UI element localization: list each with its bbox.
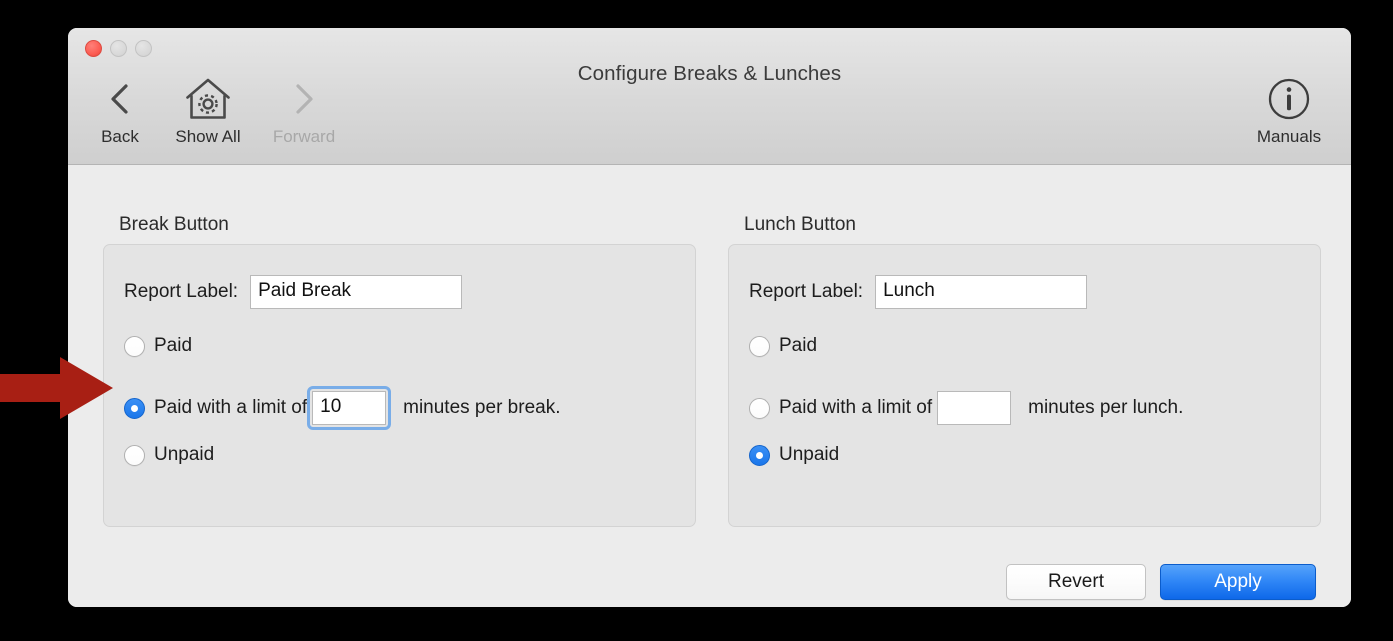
lunch-option-unpaid-label: Unpaid xyxy=(779,444,840,465)
toolbar-back-label: Back xyxy=(101,127,139,146)
break-button-section: Break Button Report Label: Paid Break Pa… xyxy=(103,214,696,527)
lunch-minutes-input[interactable] xyxy=(937,391,1012,425)
break-radio-unpaid[interactable] xyxy=(124,444,145,466)
break-report-label-row: Report Label: Paid Break xyxy=(124,275,463,309)
lunch-option-unpaid[interactable]: Unpaid xyxy=(749,444,839,466)
lunch-radio-paid[interactable] xyxy=(749,335,770,357)
break-option-paid-with-limit[interactable]: Paid with a limit of 10 minutes per brea… xyxy=(124,386,560,430)
revert-button[interactable]: Revert xyxy=(1006,564,1146,600)
break-minutes-focus-ring: 10 xyxy=(307,386,392,430)
break-radio-paid-with-limit[interactable] xyxy=(124,397,145,419)
toolbar-forward-button[interactable]: Forward xyxy=(261,74,347,147)
home-gear-icon xyxy=(182,74,234,124)
footer-buttons: Revert Apply xyxy=(1006,564,1316,600)
window-titlebar: Configure Breaks & Lunches Back Show All… xyxy=(68,28,1351,165)
lunch-option-paid-with-limit-label: Paid with a limit of xyxy=(779,397,933,418)
preferences-window: Configure Breaks & Lunches Back Show All… xyxy=(68,28,1351,607)
lunch-section-title: Lunch Button xyxy=(744,214,856,235)
break-radio-paid[interactable] xyxy=(124,335,145,357)
break-report-label-input[interactable]: Paid Break xyxy=(250,275,463,309)
chevron-left-icon xyxy=(107,74,133,124)
traffic-light-buttons xyxy=(85,40,152,57)
toolbar-show-all-label: Show All xyxy=(175,127,241,146)
zoom-button[interactable] xyxy=(135,40,152,57)
apply-button[interactable]: Apply xyxy=(1160,564,1316,600)
lunch-option-paid-with-limit[interactable]: Paid with a limit of minutes per lunch. xyxy=(749,386,1183,430)
break-option-paid-with-limit-label: Paid with a limit of xyxy=(154,397,308,418)
break-report-label-caption: Report Label: xyxy=(124,281,239,302)
preference-pane-content: Break Button Report Label: Paid Break Pa… xyxy=(68,166,1351,607)
lunch-option-paid[interactable]: Paid xyxy=(749,335,817,357)
break-option-unpaid[interactable]: Unpaid xyxy=(124,444,214,466)
break-section-title: Break Button xyxy=(119,214,229,235)
chevron-right-icon xyxy=(291,74,317,124)
lunch-report-label-row: Report Label: Lunch xyxy=(749,275,1088,309)
minimize-button[interactable] xyxy=(110,40,127,57)
break-option-unpaid-label: Unpaid xyxy=(154,444,215,465)
break-option-paid-label: Paid xyxy=(154,335,193,356)
lunch-minutes-focus-ring xyxy=(932,386,1016,430)
info-circle-icon xyxy=(1266,74,1312,124)
toolbar-show-all-button[interactable]: Show All xyxy=(155,74,261,147)
lunch-button-section: Lunch Button Report Label: Lunch Paid Pa… xyxy=(728,214,1321,527)
close-button[interactable] xyxy=(85,40,102,57)
toolbar-forward-label: Forward xyxy=(272,127,336,146)
break-minutes-suffix: minutes per break. xyxy=(403,397,561,418)
lunch-report-label-input[interactable]: Lunch xyxy=(875,275,1088,309)
lunch-report-label-caption: Report Label: xyxy=(749,281,864,302)
annotation-arrow xyxy=(0,357,113,419)
toolbar-back-button[interactable]: Back xyxy=(85,74,155,147)
toolbar-manuals-button[interactable]: Manuals xyxy=(1239,74,1339,147)
lunch-minutes-suffix: minutes per lunch. xyxy=(1028,397,1184,418)
lunch-radio-unpaid[interactable] xyxy=(749,444,770,466)
lunch-group-box: Report Label: Lunch Paid Paid with a lim… xyxy=(728,244,1321,527)
break-group-box: Report Label: Paid Break Paid Paid with … xyxy=(103,244,696,527)
break-minutes-input[interactable]: 10 xyxy=(312,391,387,425)
toolbar-manuals-label: Manuals xyxy=(1256,127,1322,146)
lunch-option-paid-label: Paid xyxy=(779,335,818,356)
break-option-paid[interactable]: Paid xyxy=(124,335,192,357)
lunch-radio-paid-with-limit[interactable] xyxy=(749,397,770,419)
